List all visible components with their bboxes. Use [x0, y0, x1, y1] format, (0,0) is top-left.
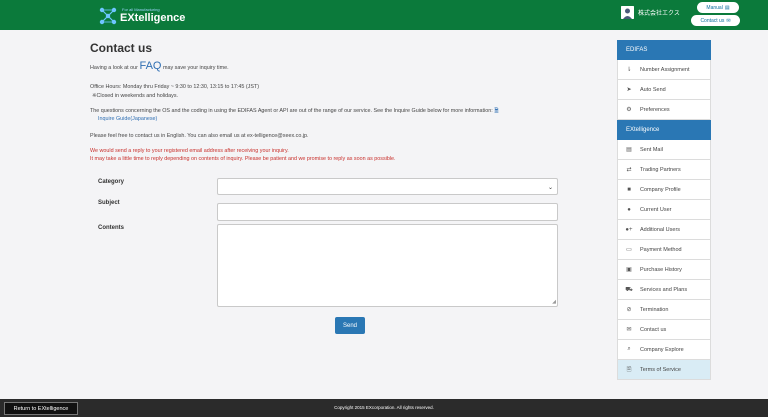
sidebar-item-preferences[interactable]: ⚙ Preferences: [617, 100, 711, 120]
logo-name: EXtelligence: [120, 12, 186, 24]
briefcase-icon: ■: [627, 186, 631, 193]
sidebar-item-label: Additional Users: [640, 226, 681, 233]
sidebar-item-number-assignment[interactable]: ⇂ Number Assignment: [617, 60, 711, 80]
contact-label: Contact us: [700, 17, 725, 24]
out-of-range-note: The questions concerning the OS and the …: [90, 107, 499, 116]
page-title: Contact us: [90, 41, 153, 55]
sidebar-item-label: Company Explore: [640, 346, 684, 353]
sidebar-header-edifas: EDIFAS: [617, 40, 711, 60]
handshake-icon: ⇄: [626, 167, 632, 173]
credit-card-icon: ▭: [626, 247, 632, 253]
manual-label: Manual: [706, 4, 723, 11]
contents-label: Contents: [98, 225, 124, 231]
sidebar-item-payment-method[interactable]: ▭ Payment Method: [617, 240, 711, 260]
logo-mark-icon: [99, 7, 117, 25]
office-hours: Office Hours: Monday thru Friday ~ 9:30 …: [90, 84, 260, 90]
resize-grip-icon[interactable]: ◢: [552, 299, 556, 305]
envelope-icon: ✉: [626, 327, 632, 333]
cart-icon: ⛟: [625, 286, 633, 293]
manual-button[interactable]: Manual ▤: [697, 2, 739, 13]
sidebar-item-label: Trading Partners: [640, 166, 681, 173]
company-name: 株式会社エクス: [638, 11, 680, 17]
number-list-icon: ⇂: [626, 67, 632, 73]
sidebar-item-sent-mail[interactable]: ▤ Sent Mail: [617, 140, 711, 160]
sidebar-item-label: Current User: [640, 206, 672, 213]
user-plus-icon: ●+: [625, 226, 633, 233]
sidebar: EDIFAS ⇂ Number Assignment ➤ Auto Send ⚙…: [617, 40, 711, 380]
user-icon: ●: [627, 206, 631, 213]
sidebar-item-label: Sent Mail: [640, 146, 663, 153]
english-note: Please feel free to contact us in Englis…: [90, 133, 309, 139]
category-select[interactable]: ⌄: [217, 178, 558, 195]
sidebar-item-label: Payment Method: [640, 246, 682, 253]
reply-note-1: We would send a reply to your registered…: [90, 148, 289, 154]
paper-plane-icon: ➤: [626, 87, 632, 93]
sidebar-item-additional-users[interactable]: ●+ Additional Users: [617, 220, 711, 240]
subject-input[interactable]: [217, 203, 558, 221]
sidebar-header-extelligence: EXtelligence: [617, 120, 711, 140]
sidebar-item-terms-of-service[interactable]: 🗎 Terms of Service: [617, 360, 711, 380]
sidebar-item-label: Termination: [640, 306, 669, 313]
faq-line: Having a look at our FAQ may save your i…: [90, 60, 229, 72]
category-label: Category: [98, 179, 125, 185]
faq-prefix: Having a look at our: [90, 65, 138, 71]
contact-us-header-button[interactable]: Contact us ✉: [691, 15, 740, 26]
sidebar-item-company-explore[interactable]: ⌕ Company Explore: [617, 340, 711, 360]
money-icon: ▣: [626, 267, 632, 273]
user-avatar-icon[interactable]: [621, 6, 634, 19]
search-icon: ⌕: [627, 346, 631, 352]
document-icon: ▤: [626, 147, 632, 153]
footer: Copyright 2015 EXcorporation. All rights…: [0, 399, 768, 417]
sidebar-item-company-profile[interactable]: ■ Company Profile: [617, 180, 711, 200]
sidebar-item-contact-us[interactable]: ✉ Contact us: [617, 320, 711, 340]
envelope-icon: ✉: [726, 17, 731, 24]
reply-note-2: It may take a little time to reply depen…: [90, 156, 396, 162]
document-icon: 🗎: [626, 366, 632, 373]
inquire-guide-link[interactable]: Inquire Guide(Japanese): [98, 116, 157, 122]
sidebar-item-label: Company Profile: [640, 186, 681, 193]
sidebar-item-label: Purchase History: [640, 266, 682, 273]
sidebar-item-label: Services and Plans: [640, 286, 688, 293]
return-to-extelligence-button[interactable]: Return to EXtelligence: [4, 402, 78, 415]
faq-link[interactable]: FAQ: [139, 60, 161, 72]
gear-icon: ⚙: [626, 107, 632, 113]
copyright-text: Copyright 2015 EXcorporation. All rights…: [334, 405, 434, 410]
document-icon: 🗎: [494, 108, 499, 114]
subject-label: Subject: [98, 200, 120, 206]
contents-textarea[interactable]: ◢: [217, 224, 558, 307]
sidebar-item-termination[interactable]: ⊘ Termination: [617, 300, 711, 320]
sidebar-item-current-user[interactable]: ● Current User: [617, 200, 711, 220]
sidebar-item-trading-partners[interactable]: ⇄ Trading Partners: [617, 160, 711, 180]
sidebar-item-label: Contact us: [640, 326, 667, 333]
send-button[interactable]: Send: [335, 317, 365, 334]
ban-icon: ⊘: [626, 307, 632, 313]
sidebar-item-label: Terms of Service: [640, 366, 681, 373]
chevron-down-icon: ⌄: [547, 185, 553, 191]
sidebar-item-label: Number Assignment: [640, 66, 690, 73]
top-header: For all Manufacturing EXtelligence 株式会社エ…: [0, 0, 768, 30]
faq-suffix: may save your inquiry time.: [162, 65, 229, 71]
sidebar-item-purchase-history[interactable]: ▣ Purchase History: [617, 260, 711, 280]
closed-note: ※Closed in weekends and holidays.: [92, 93, 179, 99]
book-icon: ▤: [724, 4, 730, 11]
sidebar-item-label: Auto Send: [640, 86, 666, 93]
sidebar-item-label: Preferences: [640, 106, 670, 113]
sidebar-item-services-and-plans[interactable]: ⛟ Services and Plans: [617, 280, 711, 300]
out-of-range-text: The questions concerning the OS and the …: [90, 108, 493, 114]
sidebar-item-auto-send[interactable]: ➤ Auto Send: [617, 80, 711, 100]
